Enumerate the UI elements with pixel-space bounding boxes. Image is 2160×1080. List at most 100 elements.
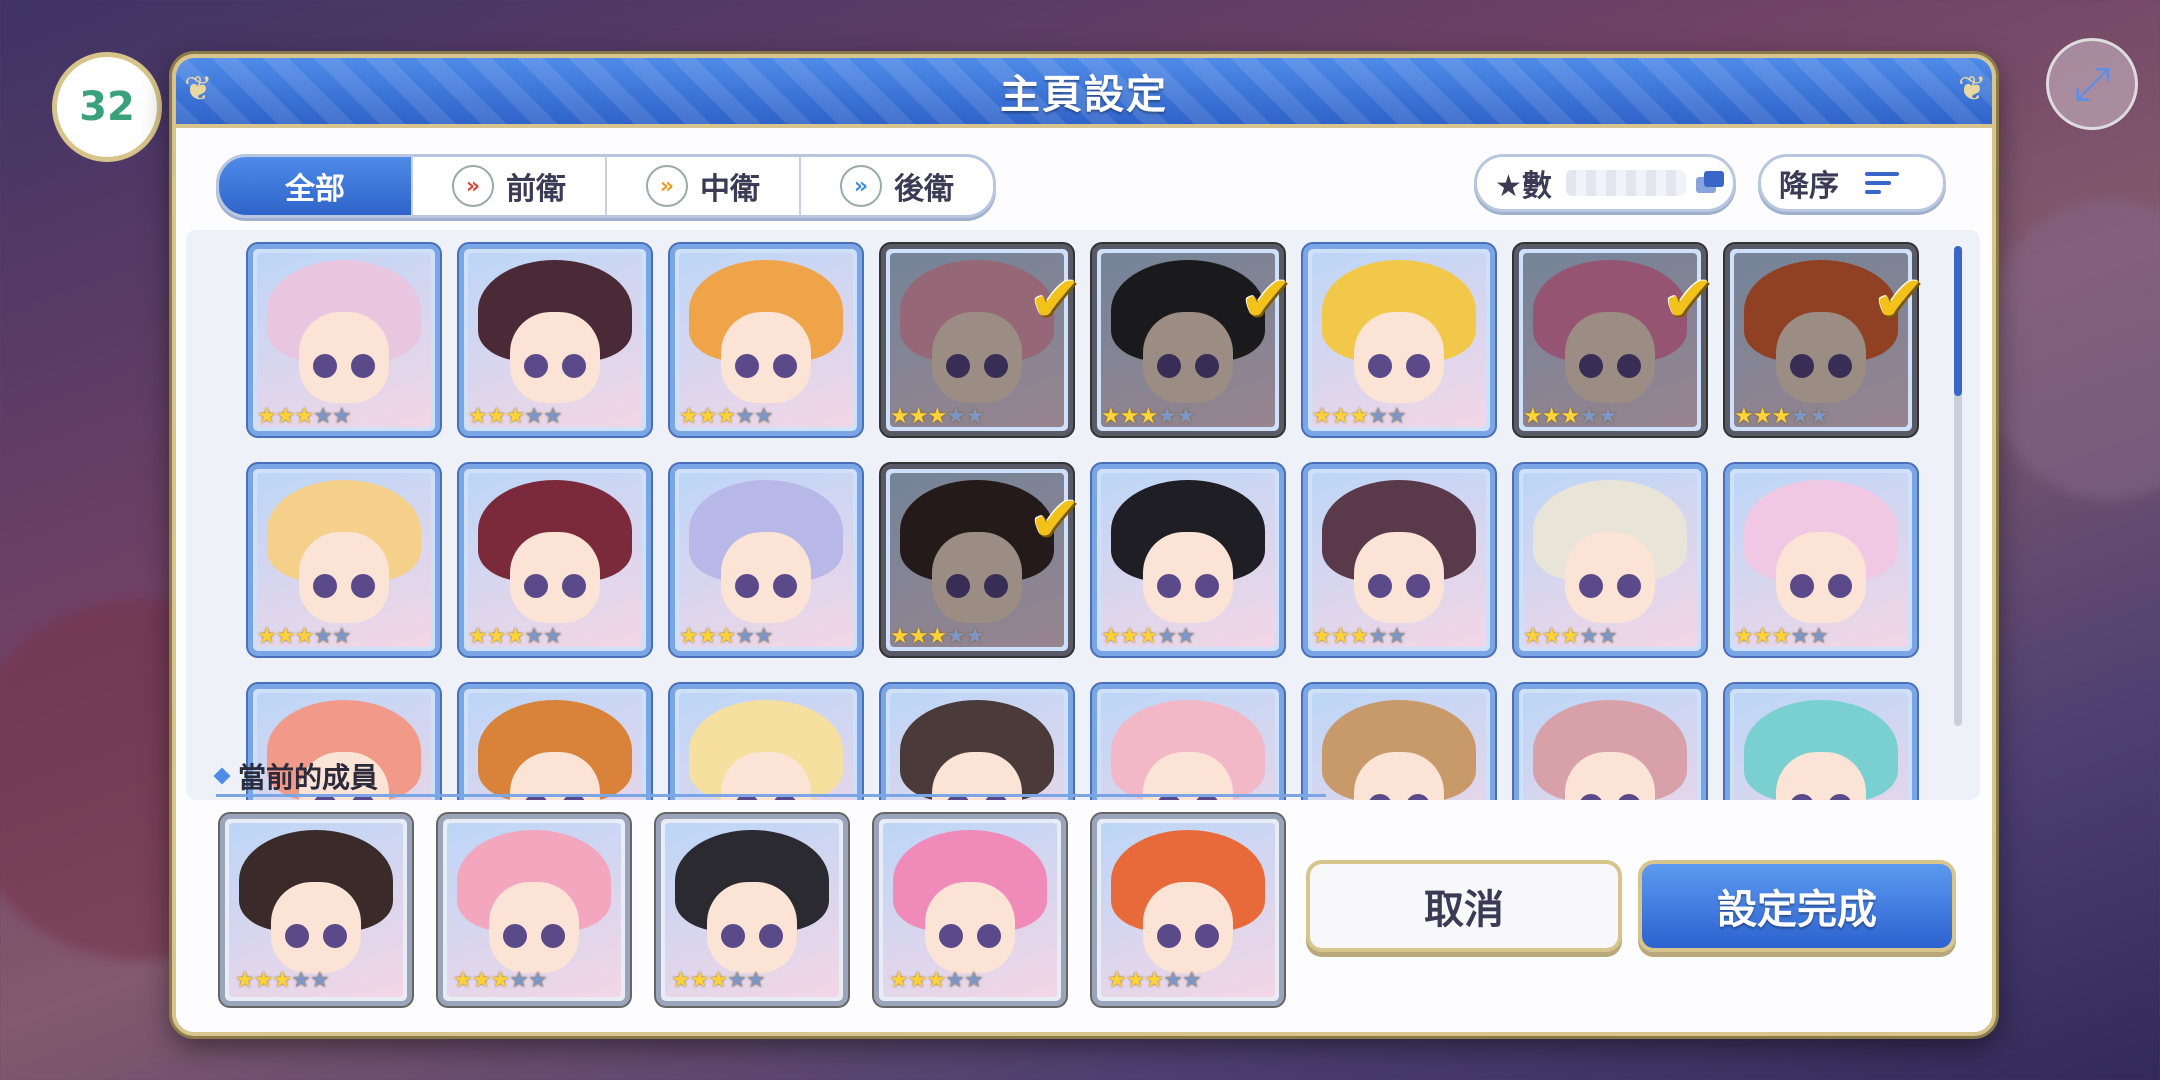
star-filled-icon: ★ (1523, 624, 1543, 649)
star-filled-icon: ★ (679, 624, 699, 649)
tab-label: 中衛 (700, 172, 760, 207)
star-filled-icon: ★ (1330, 624, 1351, 649)
character-card[interactable] (1092, 684, 1284, 800)
current-member-card[interactable]: ★★★★★ (220, 814, 412, 1006)
current-member-card[interactable]: ★★★★★ (438, 814, 630, 1006)
character-face (1142, 882, 1234, 973)
star-empty-icon: ★ (1175, 404, 1196, 429)
character-card[interactable] (1725, 684, 1917, 800)
star-filled-icon: ★ (1349, 404, 1369, 429)
star-empty-icon: ★ (313, 624, 333, 649)
tab-front[interactable]: » 前衛 (413, 157, 607, 215)
sort-by-button[interactable]: ★數 (1474, 154, 1736, 212)
character-face (931, 532, 1023, 623)
star-filled-icon: ★ (1119, 624, 1140, 649)
character-face (298, 312, 390, 403)
star-empty-icon: ★ (1790, 624, 1810, 649)
star-filled-icon: ★ (471, 968, 492, 993)
tab-middle[interactable]: » 中衛 (607, 157, 801, 215)
character-card[interactable]: ★★★★★ (670, 244, 862, 436)
star-empty-icon: ★ (1597, 404, 1618, 429)
character-card[interactable] (1303, 684, 1495, 800)
star-empty-icon: ★ (753, 404, 774, 429)
tab-all[interactable]: 全部 (219, 157, 413, 215)
character-card[interactable]: ★★★★★ (1303, 464, 1495, 656)
star-rating: ★★★★★ (1734, 404, 1829, 429)
star-filled-icon: ★ (235, 968, 255, 993)
character-eye (1194, 353, 1220, 379)
character-card[interactable]: ★★★★★ ✔ (1092, 244, 1293, 436)
character-card[interactable]: ★★★★★ ✔ (1725, 244, 1926, 436)
star-filled-icon: ★ (257, 624, 277, 649)
star-filled-icon: ★ (689, 968, 710, 993)
confirm-button[interactable]: 設定完成 (1638, 860, 1956, 952)
star-rating: ★★★★★ (453, 968, 548, 993)
character-eye (1578, 353, 1604, 379)
character-card[interactable] (670, 684, 862, 800)
character-portrait (1312, 253, 1486, 427)
character-card[interactable]: ★★★★★ (670, 464, 862, 656)
character-card[interactable]: ★★★★★ (1092, 464, 1284, 656)
character-face (270, 882, 362, 973)
character-face (720, 312, 812, 403)
current-member-card[interactable]: ★★★★★ (874, 814, 1066, 1006)
section-divider (216, 794, 1326, 797)
character-card[interactable] (881, 684, 1073, 800)
star-filled-icon: ★ (1734, 624, 1754, 649)
star-filled-icon: ★ (275, 404, 296, 429)
star-filled-icon: ★ (908, 404, 929, 429)
character-card[interactable]: ★★★★★ (459, 464, 651, 656)
character-portrait (890, 693, 1064, 800)
character-card[interactable]: ★★★★★ (248, 464, 440, 656)
character-card[interactable]: ★★★★★ ✔ (1514, 244, 1715, 436)
star-filled-icon: ★ (1541, 624, 1562, 649)
character-card[interactable] (459, 684, 651, 800)
character-face (1142, 312, 1234, 403)
star-filled-icon: ★ (486, 404, 507, 429)
star-filled-icon: ★ (926, 968, 946, 993)
character-card[interactable]: ★★★★★ (459, 244, 651, 436)
current-members-title: 當前的成員 (238, 761, 379, 794)
star-filled-icon: ★ (890, 404, 910, 429)
character-eye (1789, 353, 1815, 379)
character-face (720, 532, 812, 623)
star-empty-icon: ★ (735, 624, 755, 649)
star-empty-icon: ★ (946, 404, 966, 429)
character-eye (945, 353, 971, 379)
grid-scrollbar[interactable] (1954, 246, 1962, 726)
sort-descending-icon (1865, 172, 1899, 194)
character-card[interactable]: ★★★★★ ✔ (881, 464, 1082, 656)
character-face (1564, 532, 1656, 623)
character-grid-container[interactable]: ★★★★★ ★★★★★ ★★★★★ ★★★★★ ✔ ★★★★★ ✔ ★★★★★ ★★★★★ ✔ ★★… (186, 230, 1980, 800)
star-rating: ★★★★★ (1734, 624, 1829, 649)
character-card[interactable]: ★★★★★ ✔ (881, 244, 1082, 436)
star-filled-icon: ★ (716, 404, 736, 429)
star-empty-icon: ★ (331, 404, 352, 429)
tab-back[interactable]: » 後衛 (801, 157, 993, 215)
star-rating: ★★★★★ (671, 968, 766, 993)
character-card[interactable]: ★★★★★ (1725, 464, 1917, 656)
character-portrait (468, 253, 642, 427)
star-empty-icon: ★ (753, 624, 774, 649)
character-card[interactable]: ★★★★★ (1303, 244, 1495, 436)
current-member-card[interactable]: ★★★★★ (656, 814, 848, 1006)
star-rating: ★★★★★ (468, 624, 563, 649)
character-face (509, 532, 601, 623)
grid-scroll-thumb[interactable] (1954, 246, 1962, 396)
check-icon: ✔ (1872, 263, 1926, 337)
sort-by-value-placeholder (1565, 170, 1686, 196)
current-member-card[interactable]: ★★★★★ (1092, 814, 1284, 1006)
character-card[interactable]: ★★★★★ (1514, 464, 1706, 656)
character-card[interactable] (1514, 684, 1706, 800)
star-empty-icon: ★ (1808, 624, 1829, 649)
star-empty-icon: ★ (527, 968, 548, 993)
star-filled-icon: ★ (671, 968, 691, 993)
star-filled-icon: ★ (1144, 968, 1164, 993)
character-face (1142, 532, 1234, 623)
star-empty-icon: ★ (1368, 404, 1388, 429)
expand-icon[interactable]: ⤢ (2046, 38, 2138, 130)
sort-order-button[interactable]: 降序 (1758, 154, 1946, 212)
character-card[interactable]: ★★★★★ (248, 244, 440, 436)
star-empty-icon: ★ (1597, 624, 1618, 649)
cancel-button[interactable]: 取消 (1306, 860, 1622, 952)
